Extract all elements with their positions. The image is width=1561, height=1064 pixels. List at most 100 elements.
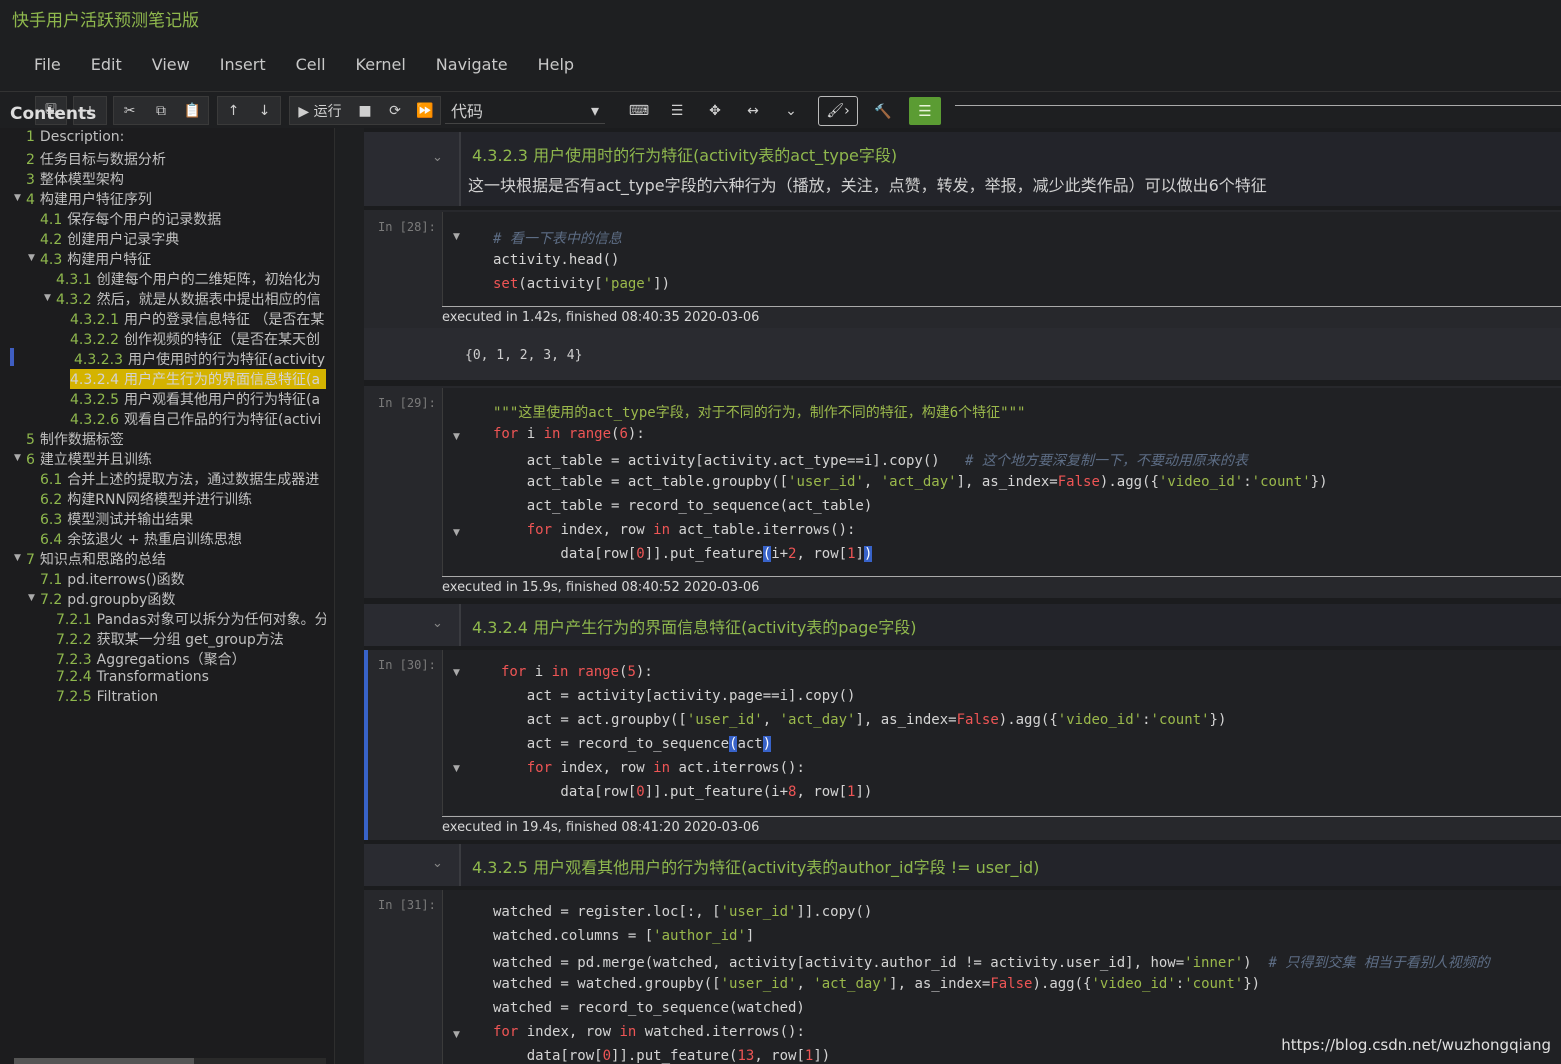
arrow-up-icon[interactable]: ↑ bbox=[221, 103, 247, 119]
code-cell[interactable]: In [30]: ▼ ▼ for i in range(5): act = ac… bbox=[364, 650, 1561, 840]
toc-item[interactable]: 6.1 合并上述的提取方法，通过数据生成器进 bbox=[40, 469, 326, 489]
toc-item-label: 合并上述的提取方法，通过数据生成器进 bbox=[67, 472, 320, 488]
toc-item[interactable]: 7.2.1 Pandas对象可以拆分为任何对象。分 bbox=[56, 609, 326, 629]
wrench-button[interactable]: 🔨 bbox=[868, 97, 898, 126]
collapse-arrow-icon[interactable]: ▼ bbox=[14, 453, 21, 463]
toc-item[interactable]: 4.3.2.5 用户观看其他用户的行为特征(a bbox=[70, 389, 326, 409]
fold-arrow-icon[interactable]: ▼ bbox=[453, 668, 460, 678]
toc-item[interactable]: 7.2 pd.groupby函数 bbox=[40, 589, 326, 609]
collapse-arrow-icon[interactable]: ▼ bbox=[28, 253, 35, 263]
expand-icon[interactable]: ⌄ bbox=[778, 103, 804, 119]
toc-item[interactable]: 6.4 余弦退火 + 热重启训练思想 bbox=[40, 529, 326, 549]
toc-item-number: 1 bbox=[26, 129, 35, 145]
toc-item[interactable]: 4.3.2 然后，就是从数据表中提出相应的信 bbox=[56, 289, 326, 309]
toc-item[interactable]: 4.1 保存每个用户的记录数据 bbox=[40, 209, 326, 229]
menu-cell[interactable]: Cell bbox=[296, 55, 326, 74]
markdown-cell[interactable]: ⌄ 4.3.2.4 用户产生行为的界面信息特征(activity表的page字段… bbox=[364, 604, 1561, 646]
markdown-cell[interactable]: ⌄ 4.3.2.5 用户观看其他用户的行为特征(activity表的author… bbox=[364, 844, 1561, 886]
toc-item[interactable]: 4.3.2.2 创作视频的特征（是否在某天创 bbox=[70, 329, 326, 349]
fold-arrow-icon[interactable]: ▼ bbox=[453, 232, 460, 242]
code-line: act = act.groupby(['user_id', 'act_day']… bbox=[493, 712, 1227, 728]
menu-help[interactable]: Help bbox=[538, 55, 574, 74]
restart-icon[interactable]: ⟳ bbox=[382, 103, 408, 119]
run-button[interactable]: ▶ 运行 bbox=[292, 101, 348, 121]
menu-edit[interactable]: Edit bbox=[91, 55, 122, 74]
toc-item-label: 知识点和思路的总结 bbox=[39, 552, 166, 568]
code-line: for index, row in act.iterrows(): bbox=[526, 760, 805, 776]
code-cell[interactable]: In [28]: ▼ # 看一下表中的信息 activity.head() se… bbox=[364, 210, 1561, 328]
fast-forward-icon[interactable]: ⏩ bbox=[412, 103, 438, 119]
chevron-down-icon[interactable]: ⌄ bbox=[432, 616, 443, 631]
toc-item[interactable]: 4.3.2.4 用户产生行为的界面信息特征(a bbox=[70, 369, 326, 389]
toc-item[interactable]: 7.2.5 Filtration bbox=[56, 689, 326, 705]
fold-arrow-icon[interactable]: ▼ bbox=[453, 528, 460, 538]
collapse-arrow-icon[interactable]: ▼ bbox=[44, 293, 51, 303]
code-line: data[row[0]].put_feature(i+2, row[1]) bbox=[493, 546, 873, 562]
toc-item[interactable]: 5 制作数据标签 bbox=[26, 429, 326, 449]
list-icon[interactable]: ☰ bbox=[664, 103, 690, 119]
exec-time: executed in 15.9s, finished 08:40:52 202… bbox=[442, 576, 1561, 595]
paste-icon[interactable]: 📋 bbox=[179, 103, 205, 119]
collapse-arrow-icon[interactable]: ▼ bbox=[28, 593, 35, 603]
brush-button[interactable]: 🖌› bbox=[818, 96, 858, 126]
toc-item[interactable]: 6.3 模型测试并输出结果 bbox=[40, 509, 326, 529]
chevron-down-icon[interactable]: ⌄ bbox=[432, 856, 443, 871]
toc-item-label: 创建用户记录字典 bbox=[67, 232, 180, 248]
code-editor[interactable]: ▼ ▼ """这里使用的act_type字段，对于不同的行为，制作不同的特征，构… bbox=[442, 388, 1561, 576]
cell-type-select[interactable]: 代码 ▾ bbox=[445, 97, 605, 124]
toc-item[interactable]: 6.2 构建RNN网络模型并进行训练 bbox=[40, 489, 326, 509]
chevron-down-icon[interactable]: ⌄ bbox=[432, 150, 443, 165]
toc-item-number: 4.3.2.5 bbox=[70, 392, 119, 408]
arrow-down-icon[interactable]: ↓ bbox=[252, 103, 278, 119]
menu-view[interactable]: View bbox=[152, 55, 190, 74]
toc-item-number: 7.2.3 bbox=[56, 652, 92, 668]
horizontal-arrows-icon[interactable]: ↔ bbox=[740, 103, 766, 119]
toc-item[interactable]: 4.3 构建用户特征 bbox=[40, 249, 326, 269]
toc-item[interactable]: 7.2.4 Transformations bbox=[56, 669, 326, 685]
toc-item-label: 整体模型架构 bbox=[39, 172, 124, 188]
copy-icon[interactable]: ⧉ bbox=[148, 103, 174, 119]
code-cell[interactable]: In [29]: ▼ ▼ """这里使用的act_type字段，对于不同的行为，… bbox=[364, 386, 1561, 598]
move-icon[interactable]: ✥ bbox=[702, 103, 728, 119]
toc-item[interactable]: 1 Description: bbox=[26, 129, 326, 145]
fold-arrow-icon[interactable]: ▼ bbox=[453, 1030, 460, 1040]
fold-arrow-icon[interactable]: ▼ bbox=[453, 432, 460, 442]
collapse-arrow-icon[interactable]: ▼ bbox=[14, 193, 21, 203]
toc-item-label: 构建用户特征 bbox=[67, 252, 152, 268]
notebook-title[interactable]: 快手用户活跃预测笔记版 bbox=[12, 6, 199, 31]
toc-item[interactable]: 4.3.2.6 观看自己作品的行为特征(activi bbox=[70, 409, 326, 429]
toc-item[interactable]: 4.2 创建用户记录字典 bbox=[40, 229, 326, 249]
code-line: """这里使用的act_type字段，对于不同的行为，制作不同的特征，构建6个特… bbox=[493, 405, 1026, 421]
toc-item-label: 余弦退火 + 热重启训练思想 bbox=[67, 532, 242, 548]
toc-item[interactable]: 7.1 pd.iterrows()函数 bbox=[40, 569, 326, 589]
menu-insert[interactable]: Insert bbox=[220, 55, 266, 74]
toc-item[interactable]: 3 整体模型架构 bbox=[26, 169, 326, 189]
cut-icon[interactable]: ✂ bbox=[117, 103, 143, 119]
code-editor[interactable]: ▼ # 看一下表中的信息 activity.head() set(activit… bbox=[442, 212, 1561, 307]
stop-icon[interactable]: ■ bbox=[352, 103, 378, 119]
toc-item[interactable]: 4.3.2.3 用户使用时的行为特征(activity bbox=[74, 349, 326, 369]
fold-arrow-icon[interactable]: ▼ bbox=[453, 764, 460, 774]
toc-item[interactable]: 4 构建用户特征序列 bbox=[26, 189, 326, 209]
section-text: 这一块根据是否有act_type字段的六种行为（播放，关注，点赞，转发，举报，减… bbox=[468, 176, 1267, 195]
toc-item[interactable]: 7.2.2 获取某一分组 get_group方法 bbox=[56, 629, 326, 649]
toc-item[interactable]: 2 任务目标与数据分析 bbox=[26, 149, 326, 169]
toc-item[interactable]: 4.3.1 创建每个用户的二维矩阵，初始化为 bbox=[56, 269, 326, 289]
toc-toggle-button[interactable]: ☰ bbox=[909, 97, 941, 125]
menu-kernel[interactable]: Kernel bbox=[356, 55, 406, 74]
selected-cell-marker bbox=[364, 650, 368, 840]
keyboard-icon[interactable]: ⌨ bbox=[626, 103, 652, 119]
toc-item-label: 任务目标与数据分析 bbox=[39, 152, 166, 168]
code-editor[interactable]: ▼ ▼ for i in range(5): act = activity[ac… bbox=[442, 650, 1561, 815]
toc-item-label: 创建每个用户的二维矩阵，初始化为 bbox=[96, 272, 321, 288]
markdown-cell[interactable]: ⌄ 4.3.2.3 用户使用时的行为特征(activity表的act_type字… bbox=[364, 132, 1561, 206]
code-line: act = activity[activity.page==i].copy() bbox=[493, 688, 856, 704]
toc-scrollbar[interactable] bbox=[14, 1058, 326, 1064]
toc-item[interactable]: 6 建立模型并且训练 bbox=[26, 449, 326, 469]
menu-file[interactable]: File bbox=[34, 55, 61, 74]
toc-item[interactable]: 4.3.2.1 用户的登录信息特征 （是否在某 bbox=[70, 309, 326, 329]
menu-navigate[interactable]: Navigate bbox=[436, 55, 508, 74]
toc-item[interactable]: 7.2.3 Aggregations（聚合） bbox=[56, 649, 326, 669]
toc-item[interactable]: 7 知识点和思路的总结 bbox=[26, 549, 326, 569]
collapse-arrow-icon[interactable]: ▼ bbox=[14, 553, 21, 563]
